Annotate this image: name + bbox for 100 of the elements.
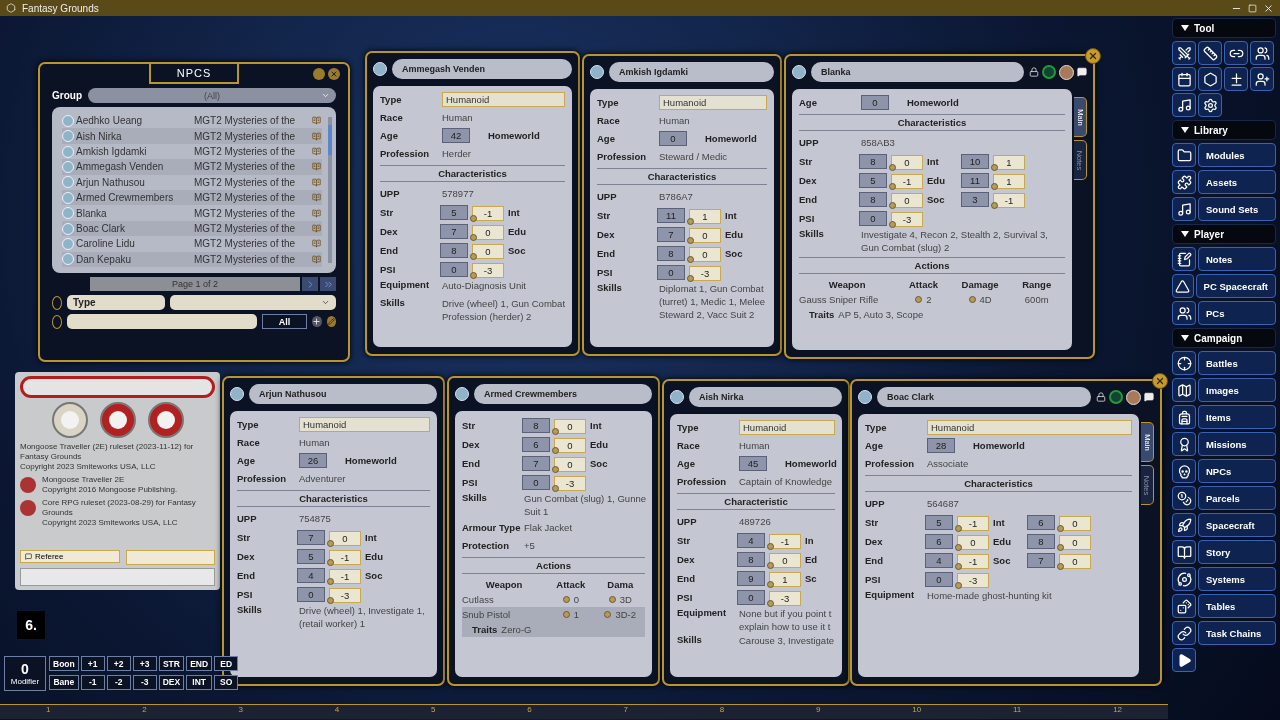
age-field[interactable]: 28 xyxy=(927,438,955,453)
stat-score[interactable]: 11 xyxy=(961,172,989,188)
stat-score[interactable]: 6 xyxy=(925,533,953,549)
section-header[interactable]: Tool xyxy=(1172,18,1276,38)
stat-score[interactable]: 8 xyxy=(440,242,468,258)
chat-mode-field[interactable] xyxy=(126,550,215,565)
all-button[interactable]: All xyxy=(262,314,308,329)
npc-list-item[interactable]: Dan Kepaku MGT2 Mysteries of the xyxy=(62,251,322,268)
speech-bubble-icon[interactable] xyxy=(1144,392,1154,402)
close-button[interactable] xyxy=(1085,48,1101,64)
chat-input[interactable] xyxy=(20,568,215,586)
close-button[interactable] xyxy=(1152,373,1168,389)
sidebar-item[interactable]: Items xyxy=(1198,405,1276,429)
map-icon[interactable] xyxy=(1172,378,1196,402)
avatar-icon[interactable] xyxy=(1059,64,1074,80)
stat-modifier[interactable]: 0 xyxy=(769,553,801,568)
age-field[interactable]: 0 xyxy=(861,95,889,110)
name-field[interactable]: Boac Clark xyxy=(877,387,1091,407)
settings-icon[interactable] xyxy=(1198,93,1222,117)
puzzle-icon[interactable] xyxy=(1172,170,1196,194)
modifier-button[interactable]: END xyxy=(186,656,213,671)
modifier-button[interactable]: SO xyxy=(214,674,239,690)
stat-modifier[interactable]: 0 xyxy=(689,247,721,262)
music-note-icon[interactable] xyxy=(1172,93,1196,117)
lock-icon[interactable] xyxy=(1096,392,1106,402)
stat-modifier[interactable]: 1 xyxy=(993,155,1025,170)
age-field[interactable]: 45 xyxy=(739,456,767,471)
crosshair-icon[interactable] xyxy=(1172,351,1196,375)
rocket-icon[interactable] xyxy=(1172,513,1196,537)
stat-modifier[interactable]: 0 xyxy=(329,531,361,546)
stat-score[interactable]: 8 xyxy=(657,245,685,261)
sidebar-item[interactable]: Spacecraft xyxy=(1198,513,1276,537)
section-header[interactable]: Library xyxy=(1172,120,1276,140)
coins-icon[interactable] xyxy=(1172,486,1196,510)
scrollbar[interactable] xyxy=(328,117,332,263)
stat-score[interactable]: 7 xyxy=(1027,552,1055,568)
stat-modifier[interactable]: -1 xyxy=(769,534,801,549)
stat-score[interactable]: 4 xyxy=(737,532,765,548)
edit-icon[interactable] xyxy=(326,316,336,327)
stat-modifier[interactable]: -3 xyxy=(329,588,361,603)
stat-score[interactable]: 0 xyxy=(657,264,685,280)
npc-list-item[interactable]: Caroline Lidu MGT2 Mysteries of the xyxy=(62,236,322,252)
orbit-icon[interactable] xyxy=(1172,567,1196,591)
modifier-box[interactable]: 0 Modifier xyxy=(4,656,46,691)
sidebar-item[interactable]: Systems xyxy=(1198,567,1276,591)
stat-modifier[interactable]: -1 xyxy=(891,174,923,189)
stat-score[interactable]: 6 xyxy=(1027,514,1055,530)
modifier-button[interactable]: +3 xyxy=(132,656,157,671)
modifier-button[interactable]: +2 xyxy=(106,656,131,671)
chain-icon[interactable] xyxy=(1224,41,1248,65)
weapon-row[interactable]: Snub Pistol 1 3D-2 Traits Zero-G xyxy=(462,607,645,637)
stat-modifier[interactable]: -3 xyxy=(689,266,721,281)
type-field[interactable]: Humanoid xyxy=(927,420,1132,435)
stat-modifier[interactable]: 0 xyxy=(891,155,923,170)
modifier-button[interactable]: ED xyxy=(214,656,239,671)
modifier-button[interactable]: Bane xyxy=(49,674,79,690)
close-icon[interactable] xyxy=(1263,2,1274,14)
stat-modifier[interactable]: 1 xyxy=(689,209,721,224)
help-icon[interactable] xyxy=(313,68,325,80)
name-field[interactable]: Armed Crewmembers xyxy=(474,384,652,404)
stat-score[interactable]: 11 xyxy=(657,207,685,223)
close-icon[interactable] xyxy=(328,68,340,80)
book-icon[interactable] xyxy=(1172,540,1196,564)
stat-score[interactable]: 4 xyxy=(297,567,325,583)
type-field[interactable]: Humanoid xyxy=(739,420,835,435)
dice-icon[interactable] xyxy=(1172,594,1196,618)
stat-modifier[interactable]: -1 xyxy=(329,550,361,565)
stat-score[interactable]: 8 xyxy=(859,153,887,169)
stat-score[interactable]: 7 xyxy=(440,223,468,239)
speech-bubble-icon[interactable] xyxy=(1077,67,1087,77)
stat-modifier[interactable]: -1 xyxy=(957,516,989,531)
stat-score[interactable]: 9 xyxy=(737,570,765,586)
sidebar-item[interactable]: PC Spacecraft xyxy=(1195,274,1276,298)
stat-modifier[interactable]: -1 xyxy=(472,206,504,221)
stat-modifier[interactable]: -1 xyxy=(993,193,1025,208)
skull-icon[interactable] xyxy=(1172,459,1196,483)
stat-score[interactable]: 5 xyxy=(297,548,325,564)
stat-score[interactable]: 0 xyxy=(859,210,887,226)
stat-modifier[interactable]: 0 xyxy=(554,438,586,453)
lock-icon[interactable] xyxy=(1029,67,1039,77)
weapon-row[interactable]: Cutlass 0 3D xyxy=(462,592,645,607)
add-icon[interactable] xyxy=(312,316,322,327)
sidebar-item[interactable]: Story xyxy=(1198,540,1276,564)
modifier-button[interactable]: -1 xyxy=(80,674,105,690)
sidebar-item[interactable]: PCs xyxy=(1198,301,1276,325)
stat-score[interactable]: 8 xyxy=(522,417,550,433)
npc-list-item[interactable]: Ammegash Venden MGT2 Mysteries of the xyxy=(62,159,322,175)
stat-modifier[interactable]: -3 xyxy=(891,212,923,227)
music-note-icon[interactable] xyxy=(1172,197,1196,221)
award-icon[interactable] xyxy=(1172,432,1196,456)
search-field[interactable] xyxy=(67,314,257,329)
sidebar-item[interactable]: Images xyxy=(1198,378,1276,402)
ring-icon[interactable] xyxy=(1109,390,1123,404)
name-field[interactable]: Amkish Igdamki xyxy=(609,62,774,82)
stat-score[interactable]: 5 xyxy=(859,172,887,188)
stat-score[interactable]: 7 xyxy=(522,455,550,471)
stat-score[interactable]: 3 xyxy=(961,191,989,207)
stat-modifier[interactable]: -3 xyxy=(769,591,801,606)
sidebar-item[interactable]: Sound Sets xyxy=(1198,197,1276,221)
stat-score[interactable]: 8 xyxy=(1027,533,1055,549)
